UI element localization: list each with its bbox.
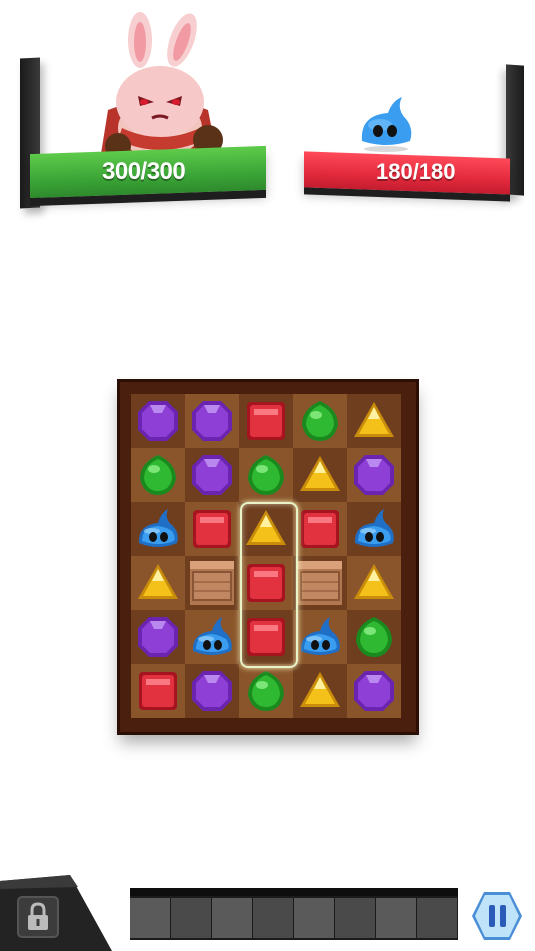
board-cell[interactable] [293,502,347,556]
slime-gem [136,507,180,551]
skill-slot[interactable] [417,898,457,938]
board-cell[interactable] [239,664,293,718]
red-gem [136,669,180,713]
purple-gem [352,453,396,497]
board-cell[interactable] [185,502,239,556]
yellow-gem [352,399,396,443]
purple-gem [190,453,234,497]
slime-gem [298,615,342,659]
lock-panel [0,875,115,951]
board-cell[interactable] [347,448,401,502]
lock-icon [17,896,59,938]
skill-slot[interactable] [212,898,252,938]
board-cell[interactable] [239,448,293,502]
yellow-gem [136,561,180,605]
board-cell[interactable] [347,394,401,448]
slime-gem [190,615,234,659]
purple-gem [136,615,180,659]
purple-gem [136,399,180,443]
purple-gem [190,399,234,443]
skill-slot[interactable] [130,898,170,938]
crate-block [186,557,238,609]
slime-gem [352,507,396,551]
crate-block [294,557,346,609]
board-cell[interactable] [293,394,347,448]
board-cell[interactable] [347,502,401,556]
selected-column-highlight [240,502,298,668]
green-gem [244,669,288,713]
yellow-gem [352,561,396,605]
yellow-gem [298,453,342,497]
enemy-hp-text: 180/180 [376,159,456,184]
board-cell[interactable] [293,448,347,502]
red-gem [298,507,342,551]
skill-slot[interactable] [253,898,293,938]
board-cell[interactable] [131,556,185,610]
skill-bar [130,888,458,940]
board-cell[interactable] [347,610,401,664]
green-gem [352,615,396,659]
board-cell[interactable] [185,610,239,664]
board-cell[interactable] [185,664,239,718]
skill-slot[interactable] [294,898,334,938]
purple-gem [352,669,396,713]
pause-button[interactable] [470,890,524,942]
board-cell[interactable] [239,394,293,448]
board-cell[interactable] [131,394,185,448]
purple-gem [190,669,234,713]
red-gem [244,399,288,443]
blue-slime-enemy [361,97,412,152]
puzzle-board [120,382,416,732]
green-gem [136,453,180,497]
lock-button[interactable] [16,895,60,939]
board-cell[interactable] [347,664,401,718]
skill-slot[interactable] [376,898,416,938]
board-cell[interactable] [131,610,185,664]
board-cell[interactable] [293,664,347,718]
board-cell[interactable] [347,556,401,610]
board-cell[interactable] [185,448,239,502]
board-cell[interactable] [185,394,239,448]
pause-icon [472,892,522,940]
board-cell[interactable] [185,556,239,610]
board-cell[interactable] [131,448,185,502]
yellow-gem [298,669,342,713]
board-cell[interactable] [131,664,185,718]
green-gem [298,399,342,443]
skill-bar-top [130,888,458,896]
skill-slot[interactable] [335,898,375,938]
skill-slot[interactable] [171,898,211,938]
board-cell[interactable] [293,556,347,610]
player-panel: 300/300 [18,10,273,215]
rabbit-warrior-avatar [100,12,223,160]
red-gem [190,507,234,551]
enemy-panel: 180/180 [300,55,530,215]
player-hp-text: 300/300 [102,158,186,185]
board-cell[interactable] [131,502,185,556]
board-cell[interactable] [293,610,347,664]
green-gem [244,453,288,497]
